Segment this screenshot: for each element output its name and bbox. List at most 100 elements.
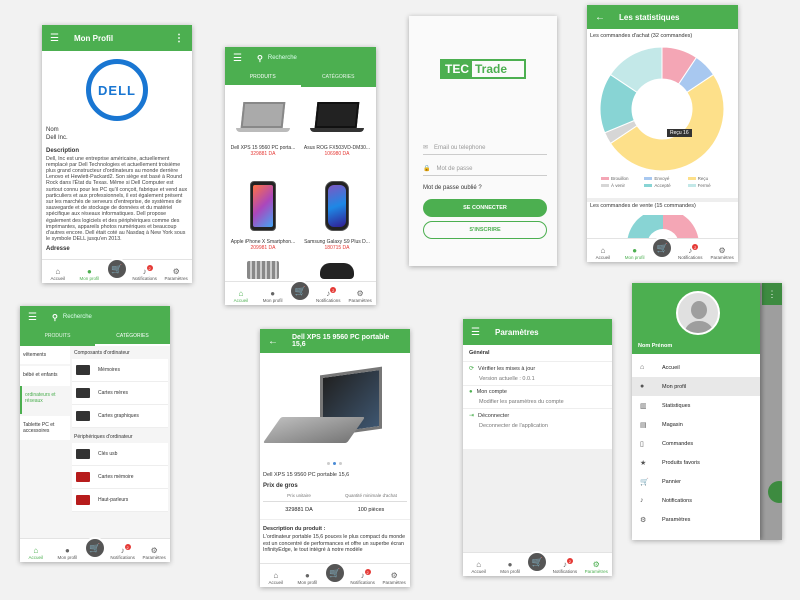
nav-parametres[interactable]: ⚙ Paramètres <box>345 289 375 303</box>
col-header: Prix unitaire <box>263 493 335 502</box>
subcategory-item[interactable]: Cartes graphiques <box>72 405 168 428</box>
nav-accueil[interactable]: ⌂ Accueil <box>261 571 291 585</box>
cart-button[interactable]: 🛒 <box>323 562 346 584</box>
nav-notifications[interactable]: ♪ 2 Notifications <box>348 569 378 585</box>
gear-icon: ⚙ <box>172 267 180 276</box>
category-item[interactable]: bébé et enfants <box>20 366 70 386</box>
subcategory-item[interactable]: Haut-parleurs <box>72 489 168 512</box>
category-item[interactable]: ordinateurs et réseaux <box>20 386 70 414</box>
more-icon[interactable]: ⋮ <box>174 33 184 44</box>
drawer-screen: ⋮ Nom Prénom ⌂ Accueil ● Mon profil ▥ Stati… <box>632 283 782 540</box>
cart-button[interactable]: 🛒 <box>289 280 312 302</box>
nav-notifications[interactable]: ♪ 2 Notifications <box>130 265 160 281</box>
tab-produits[interactable]: PRODUITS <box>20 328 95 346</box>
nav-profil[interactable]: ● Mon profil <box>620 246 650 260</box>
logout-item[interactable]: ⇥ Déconnecter Deconnecter de l'application <box>463 409 612 432</box>
orders-icon: ▯ <box>640 440 644 448</box>
nom-value: Dell Inc. <box>46 134 68 141</box>
nav-parametres[interactable]: ⚙ Paramètres <box>707 246 737 260</box>
back-arrow-icon[interactable]: ← <box>595 12 605 23</box>
drawer-item-pannier[interactable]: 🛒 Pannier <box>632 472 760 491</box>
register-button[interactable]: S'INSCRIRE <box>423 221 547 239</box>
drawer-item-accueil[interactable]: ⌂ Accueil <box>632 358 760 377</box>
nav-parametres[interactable]: ⚙ Paramètres <box>379 571 409 585</box>
category-item[interactable]: vêtements <box>20 346 70 364</box>
nav-accueil[interactable]: ⌂ Accueil <box>464 560 494 574</box>
password-field[interactable]: 🔒 Mot de passe <box>423 165 547 176</box>
category-item[interactable]: Tablette PC et accessoires <box>20 416 70 440</box>
min-quantity: 100 pièces <box>357 507 385 513</box>
categories-screen: ☰ ⚲ Recherche PRODUITS CATÉGORIES vêteme… <box>20 306 170 562</box>
product-price: 209981 DA <box>250 245 276 251</box>
subcategory-item[interactable]: Cartes mères <box>72 382 168 405</box>
nav-notifications[interactable]: ♪ 2 Notifications <box>675 244 705 260</box>
product-card[interactable]: Apple iPhone X Smartphon... 209981 DA <box>227 179 299 251</box>
drawer-item-parametres[interactable]: ⚙ Paramètres <box>632 510 760 529</box>
drawer-item-commandes[interactable]: ▯ Commandes <box>632 434 760 453</box>
drawer-item-favoris[interactable]: ★ Produits favoris <box>632 453 760 472</box>
company-logo: DELL <box>86 59 148 121</box>
subcategory-item[interactable]: Clés usb <box>72 443 168 466</box>
tab-categories[interactable]: CATÉGORIES <box>301 69 377 87</box>
nav-notifications[interactable]: ♪ 2 Notifications <box>108 544 138 560</box>
nav-parametres[interactable]: ⚙ Paramètres <box>581 560 611 574</box>
group-title: Périphériques d'ordinateur <box>74 434 133 440</box>
nav-accueil[interactable]: ⌂ Accueil <box>588 246 618 260</box>
search-input[interactable]: Recherche <box>63 314 92 320</box>
subcategory-image <box>76 388 90 398</box>
nav-notifications[interactable]: ♪ 2 Notifications <box>313 287 343 303</box>
menu-icon[interactable]: ☰ <box>233 53 243 64</box>
drawer-item-profil[interactable]: ● Mon profil <box>632 377 760 396</box>
legend-label: Reçu <box>697 176 709 181</box>
account-item[interactable]: ● Mon compte Modifier les paramètres du co… <box>463 386 612 409</box>
nav-accueil[interactable]: ⌂ Accueil <box>226 289 256 303</box>
tab-produits[interactable]: PRODUITS <box>225 69 301 87</box>
drawer-item-notifications[interactable]: ♪ Notifications <box>632 491 760 510</box>
chart-legend: Brouillon Envoyé Reçu À venir Accepté Fermé <box>601 176 729 188</box>
connect-button[interactable]: SE CONNECTER <box>423 199 547 217</box>
subcategory-item[interactable]: Mémoires <box>72 359 168 382</box>
nav-accueil[interactable]: ⌂ Accueil <box>43 267 73 281</box>
cart-icon: 🛒 <box>89 542 101 553</box>
lock-icon: 🔒 <box>423 166 431 172</box>
check-updates-item[interactable]: ⟳ Vérifier les mises à jour Version actuel… <box>463 362 612 386</box>
adresse-label: Adresse <box>46 246 70 253</box>
nav-profil[interactable]: ● Mon profil <box>52 546 82 560</box>
tab-categories[interactable]: CATÉGORIES <box>95 328 170 346</box>
profile-header: ☰ Mon Profil ⋮ <box>42 25 192 51</box>
logout-icon: ⇥ <box>469 413 475 419</box>
product-card[interactable]: Asus ROG FX503VD-DM30... 106980 DA <box>301 97 373 157</box>
price-table: Prix unitaire Quantité minimale d'achat … <box>260 493 410 513</box>
nav-parametres[interactable]: ⚙ Paramètres <box>139 546 169 560</box>
nav-parametres[interactable]: ⚙ Paramètres <box>161 267 191 281</box>
cart-button[interactable]: 🛒 <box>651 237 674 259</box>
menu-icon[interactable]: ☰ <box>28 312 38 323</box>
email-field[interactable]: ✉ Email ou telephone <box>423 144 547 155</box>
cart-button[interactable]: 🛒 <box>105 258 128 280</box>
subcategory-image <box>76 411 90 421</box>
product-image <box>247 261 279 279</box>
forgot-password-link[interactable]: Mot de passe oublié ? <box>423 185 482 191</box>
subcategory-item[interactable]: Cartes mémoire <box>72 466 168 489</box>
drawer-item-statistiques[interactable]: ▥ Statistiques <box>632 396 760 415</box>
menu-icon[interactable]: ☰ <box>471 327 481 338</box>
product-card[interactable]: Dell XPS 15 9560 PC porta... 329881 DA <box>227 97 299 157</box>
nav-profil[interactable]: ● Mon profil <box>74 267 104 281</box>
nav-profil[interactable]: ● Mon profil <box>292 571 322 585</box>
product-card[interactable]: Samsung Galaxy S9 Plus D... 180715 DA <box>301 179 373 251</box>
search-input[interactable]: Recherche <box>268 55 297 61</box>
person-icon: ● <box>86 267 92 276</box>
back-arrow-icon[interactable]: ← <box>268 336 278 347</box>
cart-button[interactable]: 🛒 <box>83 537 106 559</box>
nav-profil[interactable]: ● Mon profil <box>495 560 525 574</box>
nav-accueil[interactable]: ⌂ Accueil <box>21 546 51 560</box>
nom-label: Nom <box>46 127 59 133</box>
nav-profil[interactable]: ● Mon profil <box>258 289 288 303</box>
cart-button[interactable]: 🛒 <box>526 551 549 573</box>
nav-notifications[interactable]: ♪ 2 Notifications <box>550 558 580 574</box>
drawer-item-magasin[interactable]: ▤ Magasin <box>632 415 760 434</box>
home-icon: ⌂ <box>273 571 279 580</box>
settings-header: ☰ Paramètres <box>463 319 612 345</box>
menu-icon[interactable]: ☰ <box>50 33 60 44</box>
home-icon: ⌂ <box>600 246 606 255</box>
